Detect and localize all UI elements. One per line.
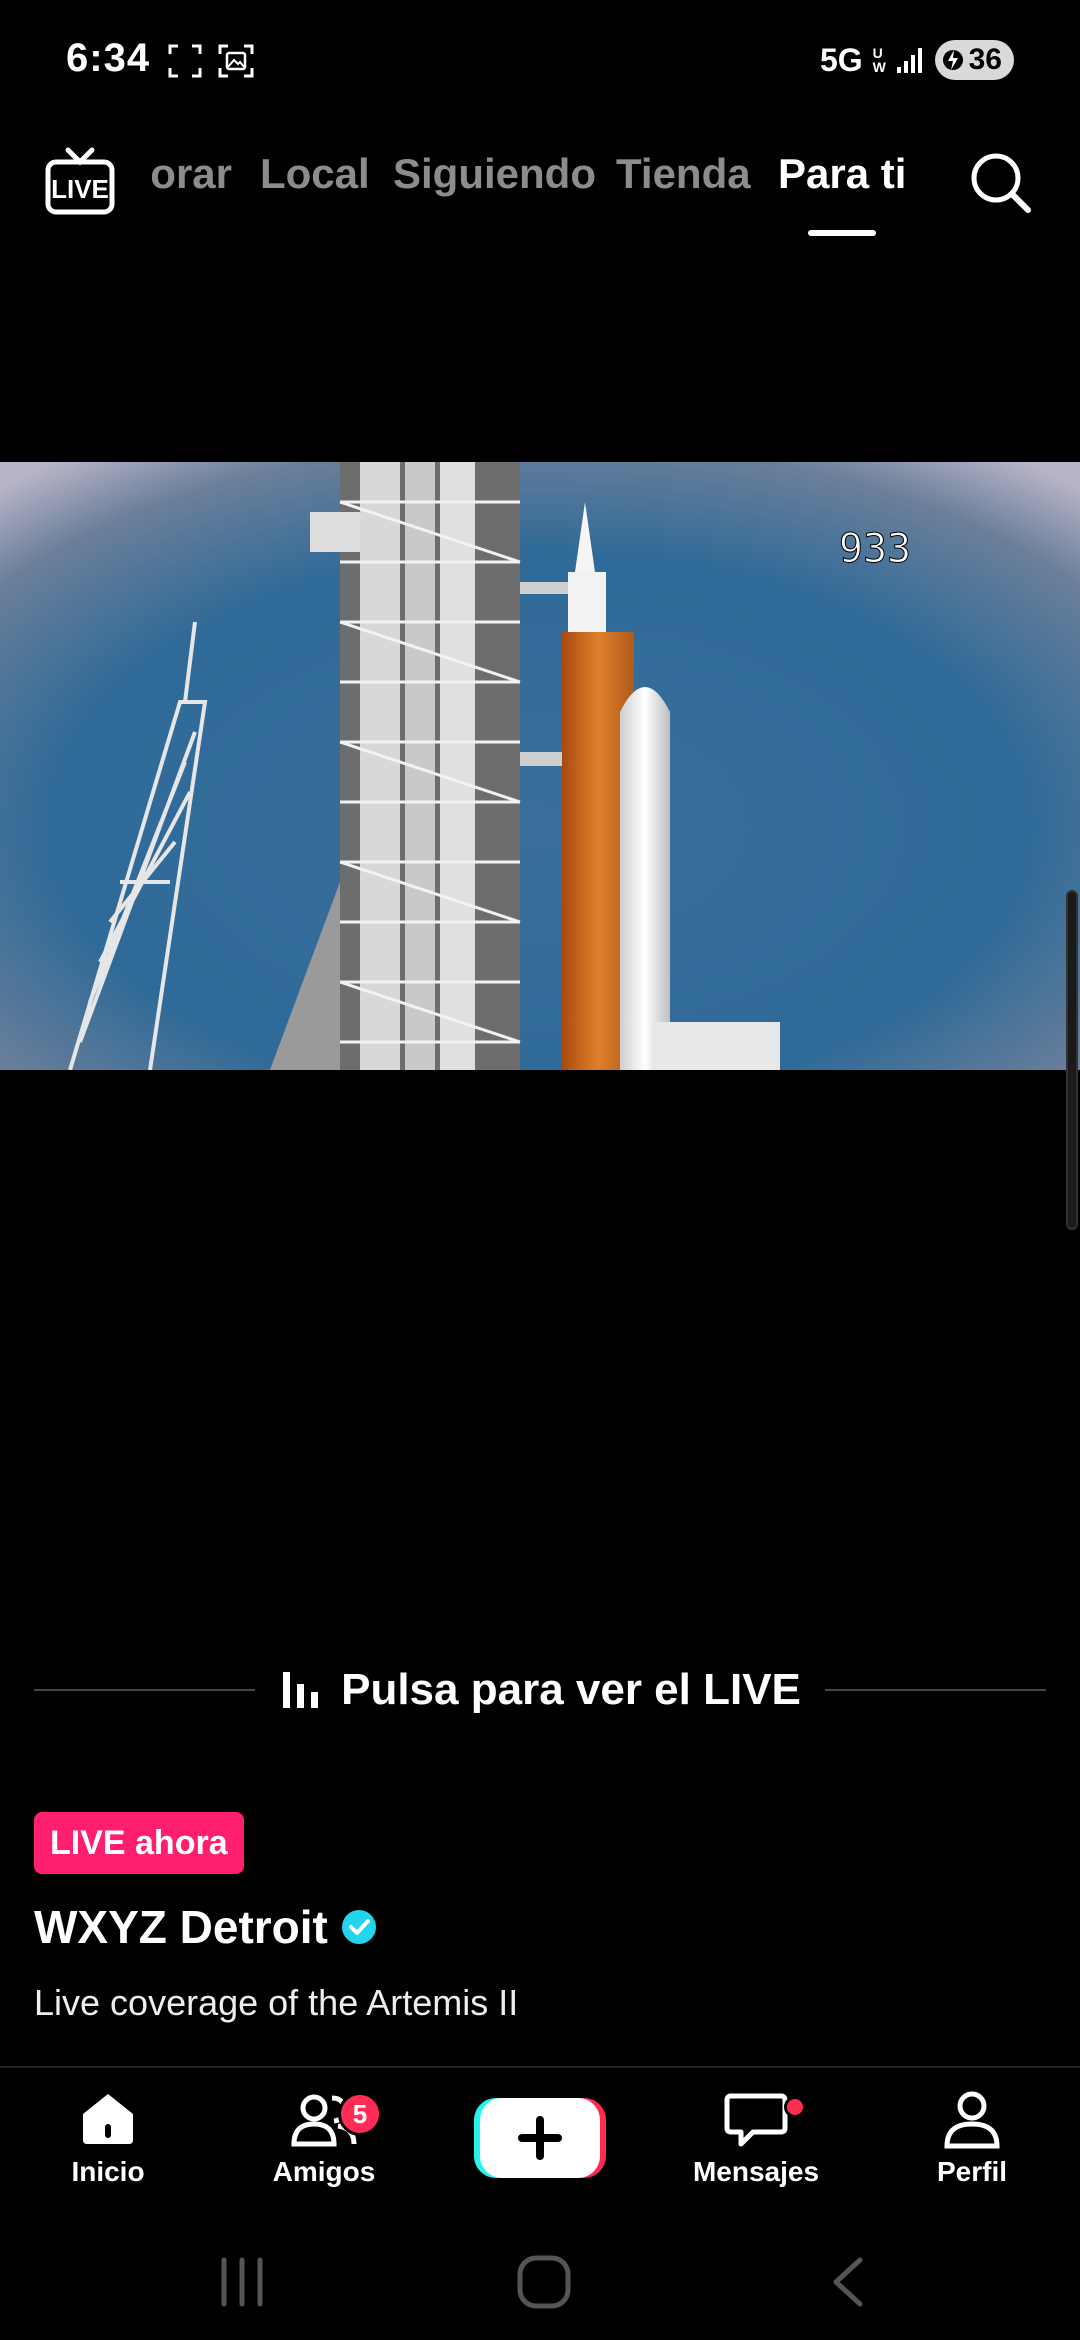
scroll-indicator[interactable] bbox=[1066, 890, 1078, 1230]
audio-bars-icon bbox=[283, 1672, 319, 1708]
active-tab-indicator bbox=[808, 230, 876, 236]
friends-badge: 5 bbox=[338, 2092, 382, 2136]
tab-local[interactable]: Local bbox=[260, 150, 370, 198]
live-video-preview[interactable]: 933 bbox=[0, 462, 1080, 1070]
top-navigation: LIVE orar Local Siguiendo Tienda Para ti bbox=[0, 130, 1080, 250]
bottom-navigation: Inicio 5 Amigos Mensajes Perfil bbox=[0, 2066, 1080, 2226]
charging-icon bbox=[942, 50, 963, 70]
screen-capture-icon bbox=[168, 44, 202, 78]
signal-icon bbox=[896, 48, 922, 73]
account-row[interactable]: WXYZ Detroit bbox=[34, 1900, 378, 1954]
tab-for-you[interactable]: Para ti bbox=[778, 150, 906, 198]
tap-to-watch-label: Pulsa para ver el LIVE bbox=[341, 1665, 801, 1714]
battery-level: 36 bbox=[968, 43, 1002, 76]
gallery-icon bbox=[218, 44, 254, 78]
nav-profile-label: Perfil bbox=[936, 2156, 1008, 2187]
nav-friends-label: Amigos bbox=[272, 2156, 376, 2187]
profile-icon bbox=[944, 2091, 1000, 2149]
tabs-row: Local Siguiendo Tienda Para ti bbox=[0, 150, 1080, 230]
messages-dot bbox=[784, 2096, 806, 2118]
status-icons-right: 5G UW 36 bbox=[820, 40, 1014, 80]
nav-messages-label: Mensajes bbox=[692, 2156, 820, 2187]
nav-messages[interactable]: Mensajes bbox=[676, 2088, 836, 2188]
status-icons-left bbox=[168, 44, 254, 78]
create-button[interactable] bbox=[474, 2098, 606, 2178]
recent-apps-icon[interactable] bbox=[214, 2256, 270, 2308]
divider-left bbox=[34, 1689, 256, 1691]
tab-following[interactable]: Siguiendo bbox=[393, 150, 596, 198]
live-caption: Live coverage of the Artemis II bbox=[34, 1982, 519, 2023]
back-icon[interactable] bbox=[826, 2256, 870, 2308]
search-icon[interactable] bbox=[966, 148, 1036, 218]
system-navigation bbox=[0, 2226, 1080, 2340]
nav-friends[interactable]: 5 Amigos bbox=[244, 2088, 404, 2188]
video-counter: 933 bbox=[839, 526, 911, 572]
messages-icon bbox=[724, 2093, 788, 2147]
home-icon bbox=[83, 2094, 133, 2144]
tap-to-watch-row[interactable]: Pulsa para ver el LIVE bbox=[34, 1650, 1047, 1730]
live-now-badge: LIVE ahora bbox=[34, 1812, 244, 1874]
battery-indicator: 36 bbox=[934, 40, 1014, 80]
nav-home-label: Inicio bbox=[71, 2156, 145, 2187]
rocket-launch-image: 933 bbox=[0, 462, 1080, 1070]
status-time: 6:34 bbox=[66, 36, 151, 80]
nav-profile[interactable]: Perfil bbox=[892, 2088, 1052, 2188]
network-sub: UW bbox=[872, 45, 886, 75]
tap-to-watch-button[interactable]: Pulsa para ver el LIVE bbox=[255, 1665, 825, 1715]
divider-right bbox=[824, 1689, 1047, 1691]
status-bar: 6:34 5G UW 36 bbox=[0, 0, 1080, 120]
nav-home[interactable]: Inicio bbox=[28, 2088, 188, 2188]
account-name[interactable]: WXYZ Detroit bbox=[34, 1900, 328, 1954]
verified-icon bbox=[341, 1910, 376, 1944]
tab-shop[interactable]: Tienda bbox=[616, 150, 751, 198]
network-type: 5G bbox=[819, 41, 863, 78]
home-button-icon[interactable] bbox=[516, 2254, 572, 2310]
